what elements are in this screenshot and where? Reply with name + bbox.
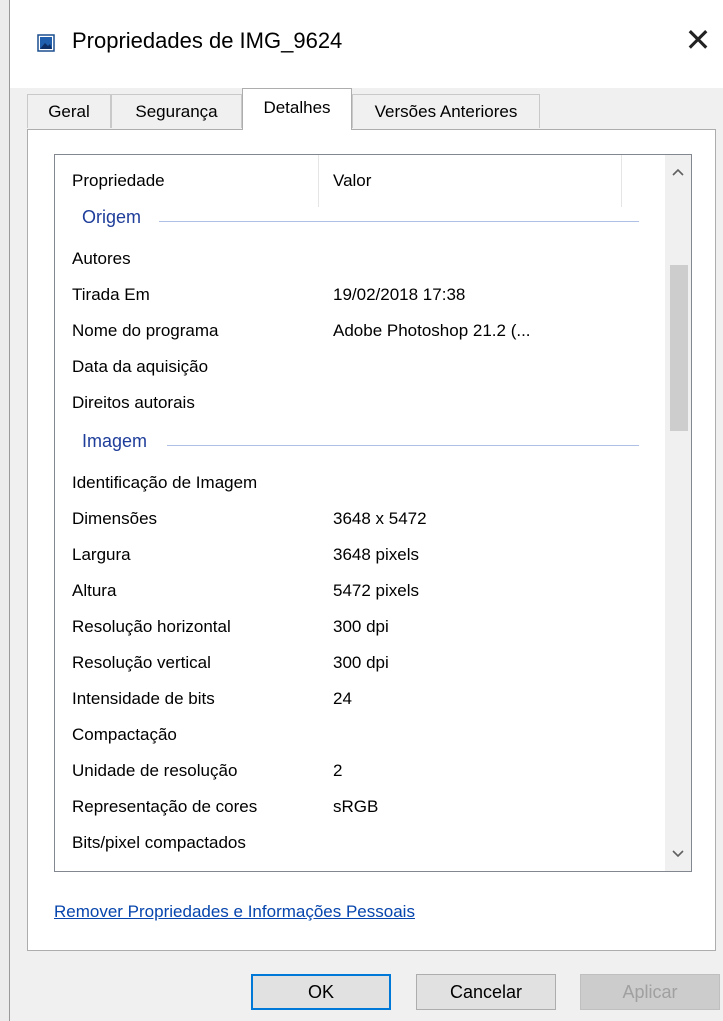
list-item[interactable]: Autores (55, 243, 665, 279)
column-header: Propriedade Valor (55, 155, 665, 207)
remove-properties-link[interactable]: Remover Propriedades e Informações Pesso… (54, 902, 415, 922)
property-value: 2 (333, 761, 343, 780)
list-item[interactable]: Data da aquisição (55, 351, 665, 387)
tab-geral[interactable]: Geral (27, 94, 111, 128)
property-name: Intensidade de bits (72, 689, 215, 708)
property-name: Autores (72, 249, 131, 268)
title-bar[interactable]: Propriedades de IMG_9624 ✕ (10, 0, 723, 88)
column-divider[interactable] (621, 155, 622, 207)
list-item[interactable]: Bits/pixel compactados (55, 827, 665, 863)
chevron-up-icon (672, 168, 684, 176)
list-item[interactable]: Resolução horizontal 300 dpi (55, 611, 665, 647)
property-name: Nome do programa (72, 321, 219, 340)
column-divider[interactable] (318, 155, 319, 207)
apply-button[interactable]: Aplicar (580, 974, 720, 1010)
group-header-origem[interactable]: Origem (55, 207, 665, 243)
image-file-icon (37, 34, 55, 52)
group-divider-line (159, 221, 639, 222)
property-name: Direitos autorais (72, 393, 195, 412)
list-item[interactable]: Largura 3648 pixels (55, 539, 665, 575)
property-value: 3648 x 5472 (333, 509, 427, 528)
list-item[interactable]: Identificação de Imagem (55, 467, 665, 503)
column-header-property[interactable]: Propriedade (72, 171, 165, 191)
ok-button[interactable]: OK (251, 974, 391, 1010)
close-button[interactable]: ✕ (676, 18, 720, 62)
property-value: sRGB (333, 797, 379, 816)
property-value: Adobe Photoshop 21.2 (... (333, 321, 531, 340)
list-item[interactable]: Nome do programa Adobe Photoshop 21.2 (.… (55, 315, 665, 351)
list-item[interactable]: Compactação (55, 719, 665, 755)
property-name: Data da aquisição (72, 357, 209, 376)
background-window-edge (0, 0, 10, 1021)
property-name: Unidade de resolução (72, 761, 238, 780)
properties-list[interactable]: Propriedade Valor Origem Autores Tirada … (54, 154, 692, 872)
property-name: Compactação (72, 725, 177, 744)
tab-versoes-anteriores[interactable]: Versões Anteriores (352, 94, 540, 128)
cancel-button[interactable]: Cancelar (416, 974, 556, 1010)
group-header-imagem[interactable]: Imagem (55, 431, 665, 467)
property-value: 19/02/2018 17:38 (333, 285, 466, 304)
property-value: 3648 pixels (333, 545, 420, 564)
property-name: Largura (72, 545, 131, 564)
list-item[interactable]: Unidade de resolução 2 (55, 755, 665, 791)
property-name: Dimensões (72, 509, 158, 528)
property-name: Tirada Em (72, 285, 150, 304)
group-label: Origem (82, 207, 142, 227)
property-name: Representação de cores (72, 797, 258, 816)
property-value: 300 dpi (333, 653, 389, 672)
list-item[interactable]: Dimensões 3648 x 5472 (55, 503, 665, 539)
group-label: Imagem (82, 431, 148, 451)
list-item[interactable]: Altura 5472 pixels (55, 575, 665, 611)
properties-dialog: Propriedades de IMG_9624 ✕ Geral Seguran… (10, 0, 723, 1021)
property-value: 24 (333, 689, 352, 708)
property-value: 300 dpi (333, 617, 389, 636)
property-name: Resolução vertical (72, 653, 211, 672)
list-item[interactable]: Tirada Em 19/02/2018 17:38 (55, 279, 665, 315)
tab-strip: Geral Segurança Detalhes Versões Anterio… (10, 88, 723, 130)
property-name: Identificação de Imagem (72, 473, 258, 492)
details-tab-panel: Propriedade Valor Origem Autores Tirada … (27, 129, 716, 951)
scroll-up-button[interactable] (665, 155, 691, 189)
tab-detalhes[interactable]: Detalhes (242, 88, 352, 130)
window-title: Propriedades de IMG_9624 (72, 28, 343, 53)
list-item[interactable]: Intensidade de bits 24 (55, 683, 665, 719)
column-header-value[interactable]: Valor (333, 171, 371, 191)
property-value: 5472 pixels (333, 581, 420, 600)
list-item[interactable]: Resolução vertical 300 dpi (55, 647, 665, 683)
list-item[interactable]: Representação de cores sRGB (55, 791, 665, 827)
scroll-thumb[interactable] (670, 265, 688, 431)
close-icon: ✕ (684, 22, 712, 58)
property-name: Bits/pixel compactados (72, 833, 246, 852)
property-name: Resolução horizontal (72, 617, 231, 636)
tab-seguranca[interactable]: Segurança (111, 94, 242, 128)
scroll-down-button[interactable] (665, 837, 691, 871)
list-item[interactable]: Direitos autorais (55, 387, 665, 423)
vertical-scrollbar[interactable] (665, 155, 691, 871)
chevron-down-icon (672, 850, 684, 858)
property-name: Altura (72, 581, 117, 600)
group-divider-line (167, 445, 639, 446)
